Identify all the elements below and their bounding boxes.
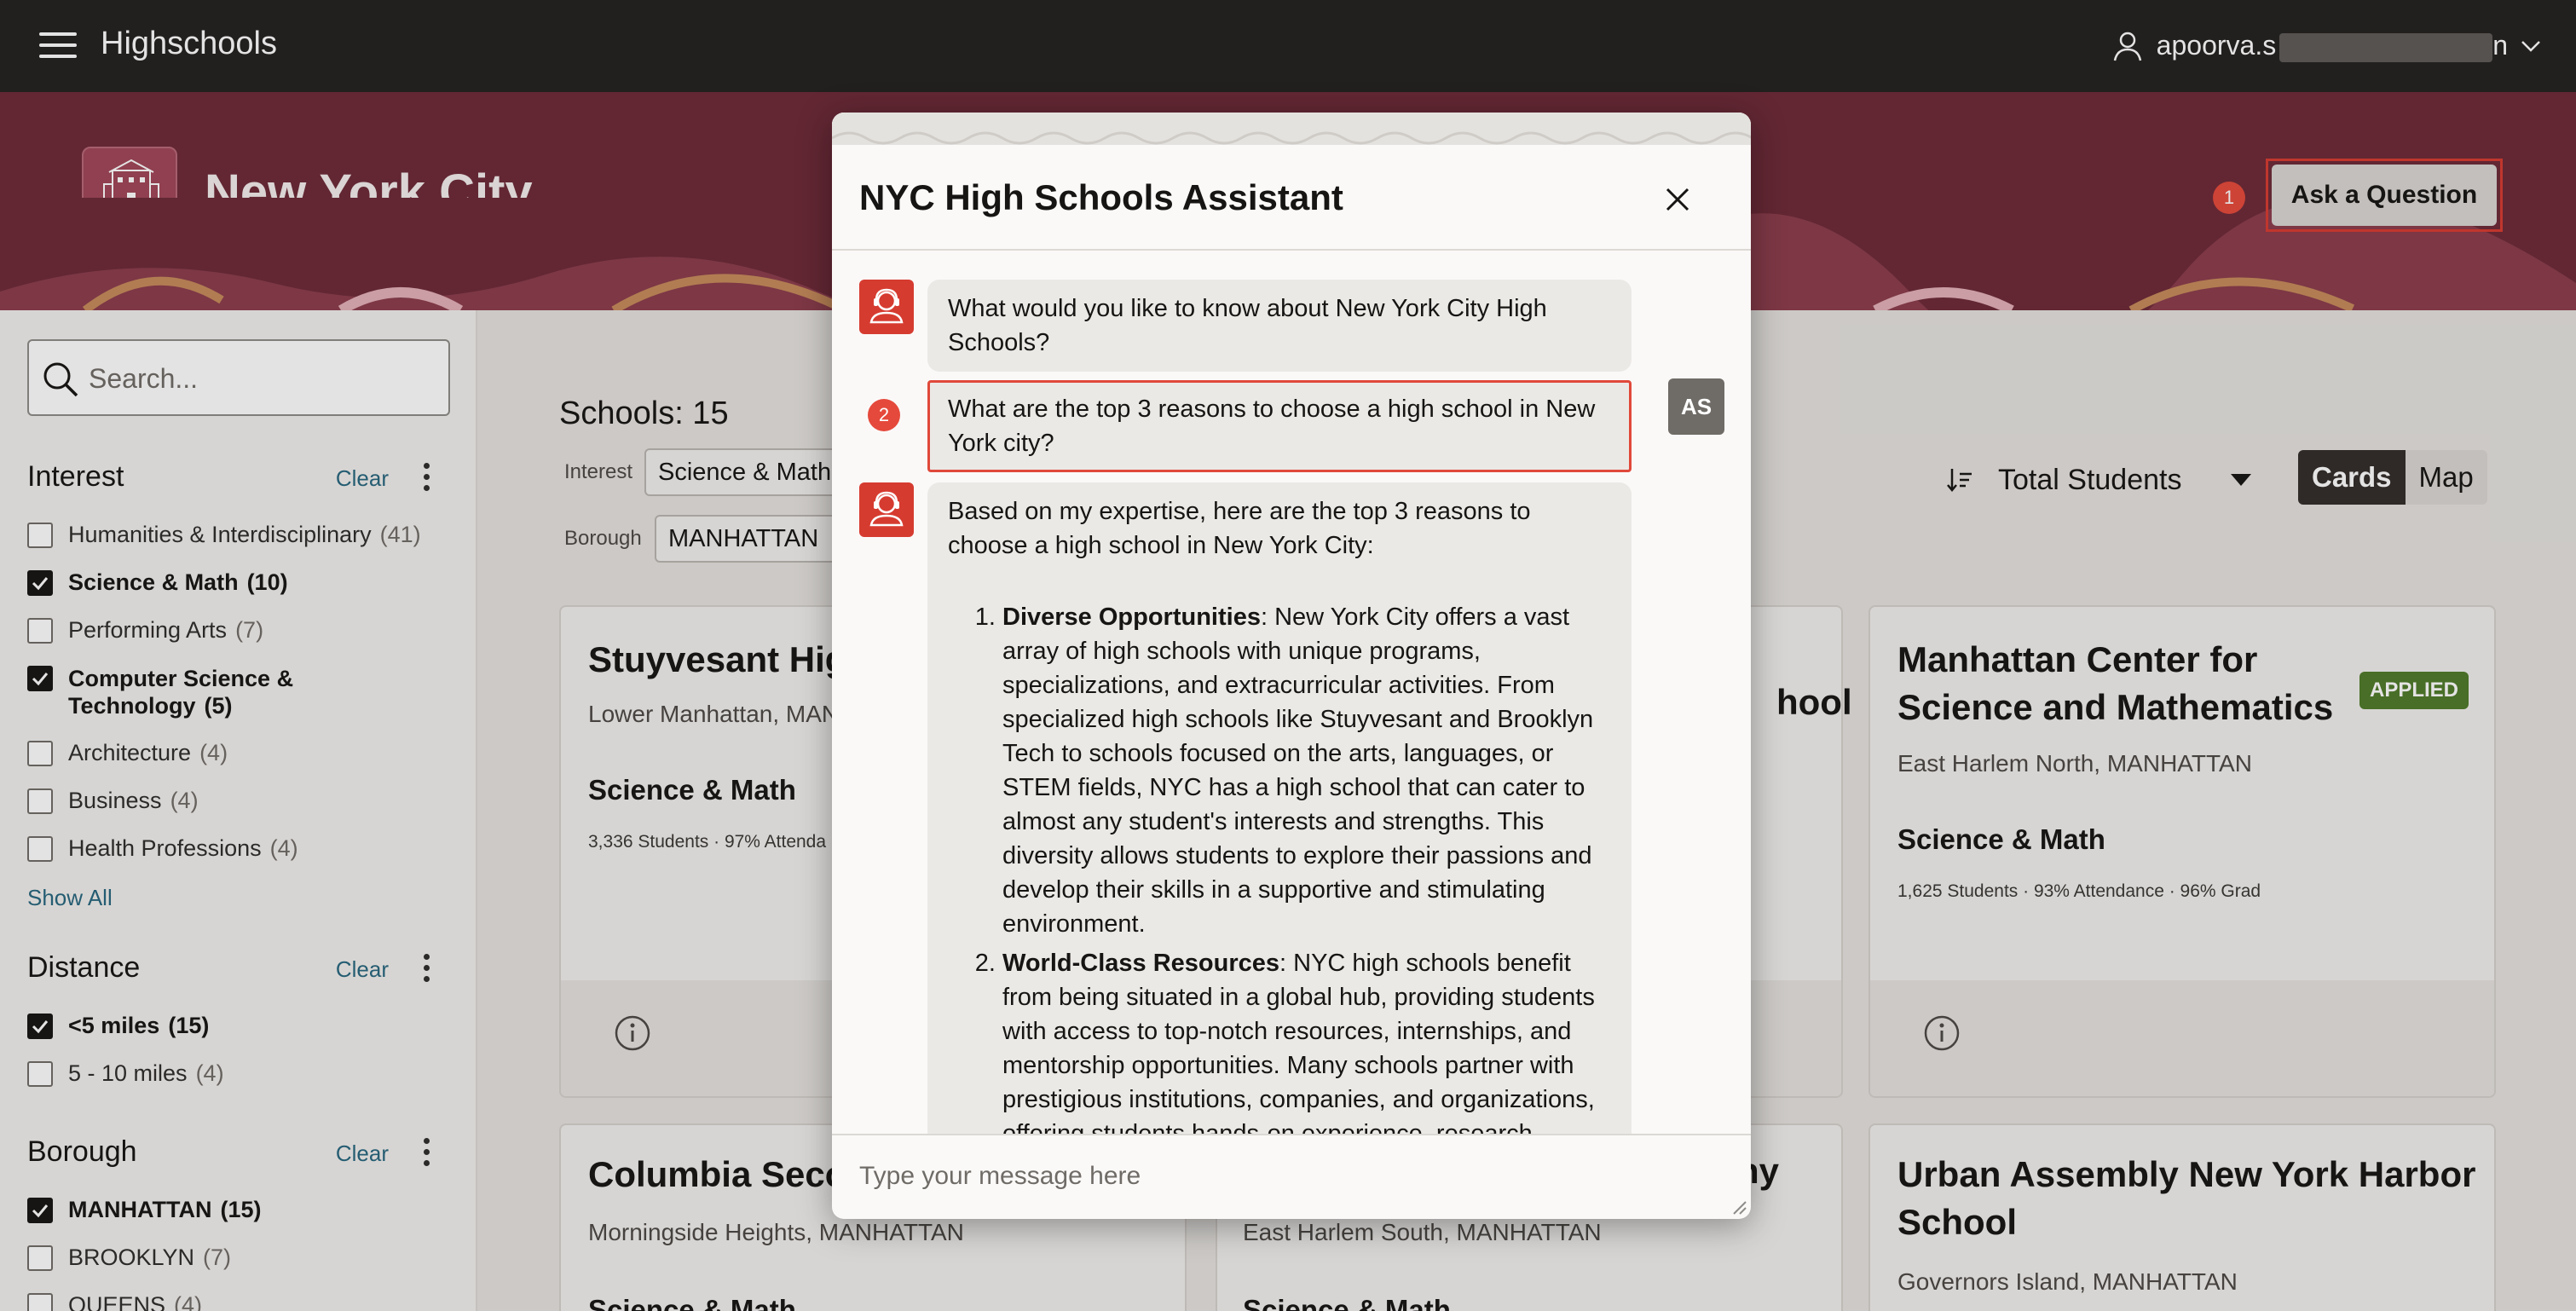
answer-heading: World-Class Resources bbox=[1002, 950, 1280, 977]
resize-handle-icon[interactable] bbox=[1729, 1197, 1747, 1216]
message-text: Based on my expertise, here are the top … bbox=[948, 498, 1531, 559]
step-2-badge: 2 bbox=[868, 399, 900, 431]
answer-item: World-Class Resources: NYC high schools … bbox=[1002, 946, 1611, 1134]
message-input[interactable] bbox=[859, 1151, 1712, 1202]
chat-transcript[interactable]: What would you like to know about New Yo… bbox=[832, 251, 1751, 1134]
answer-item: Diverse Opportunities: New York City off… bbox=[1002, 600, 1611, 941]
dialog-header-texture bbox=[832, 113, 1751, 145]
message-text: What are the top 3 reasons to choose a h… bbox=[948, 396, 1596, 457]
divider bbox=[832, 1134, 1751, 1135]
assistant-avatar-icon bbox=[859, 482, 914, 537]
assistant-dialog: NYC High Schools Assistant What would yo… bbox=[832, 113, 1751, 1219]
close-icon[interactable] bbox=[1655, 177, 1700, 222]
assistant-message: What would you like to know about New Yo… bbox=[927, 280, 1632, 372]
answer-list: Diverse Opportunities: New York City off… bbox=[948, 600, 1611, 1134]
answer-heading: Diverse Opportunities bbox=[1002, 604, 1261, 631]
answer-text: : New York City offers a vast array of h… bbox=[1002, 604, 1594, 938]
answer-text: : NYC high schools benefit from being si… bbox=[1002, 950, 1595, 1134]
message-text: What would you like to know about New Yo… bbox=[948, 295, 1547, 356]
assistant-avatar-icon bbox=[859, 280, 914, 334]
dialog-title: NYC High Schools Assistant bbox=[859, 177, 1343, 217]
assistant-message: Based on my expertise, here are the top … bbox=[927, 482, 1632, 1134]
user-message: What are the top 3 reasons to choose a h… bbox=[927, 380, 1632, 472]
user-avatar: AS bbox=[1668, 378, 1724, 435]
